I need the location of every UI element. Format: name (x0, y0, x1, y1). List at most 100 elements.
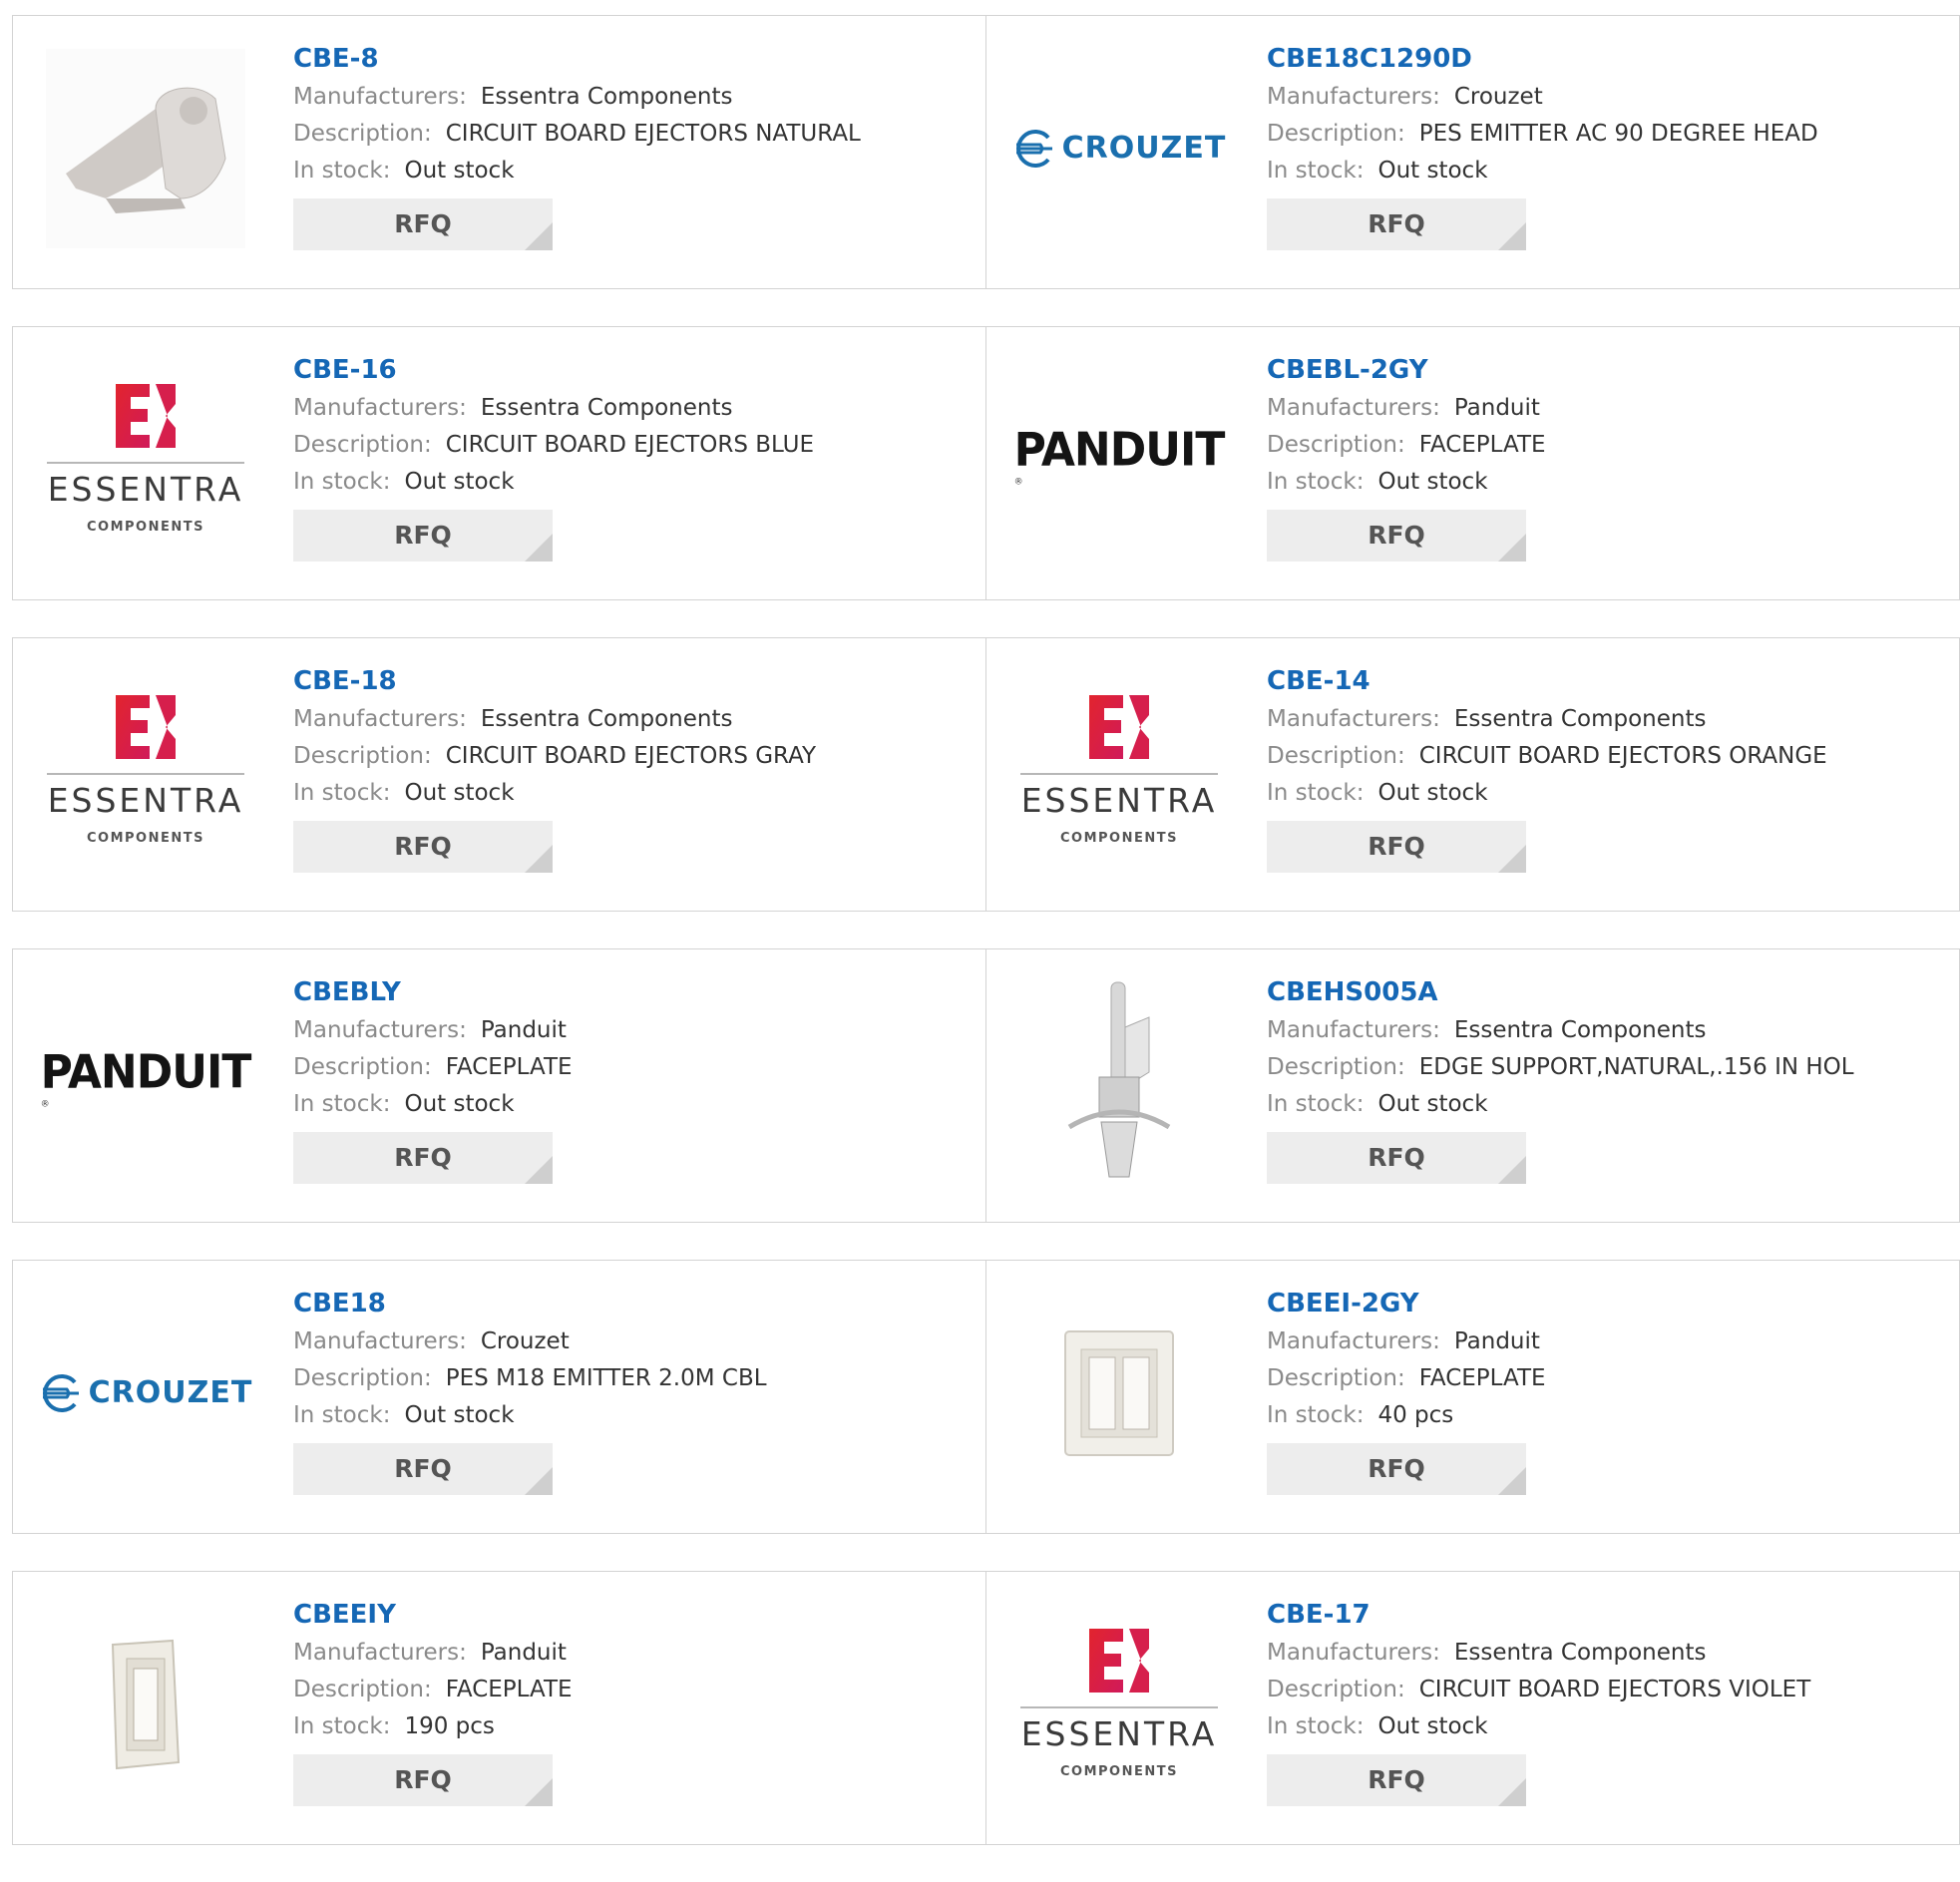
stock-label: In stock: (1267, 1713, 1365, 1739)
rfq-label: RFQ (1368, 1765, 1425, 1794)
single-faceplate-photo (111, 1639, 181, 1769)
part-number-link[interactable]: CBE-8 (293, 42, 861, 76)
product-info: CBE-18 Manufacturers: Essentra Components… (293, 664, 816, 873)
stock-value: Out stock (1377, 158, 1488, 184)
rfq-button[interactable]: RFQ (293, 1132, 553, 1184)
essentra-mark-icon (116, 384, 176, 448)
ejector-part-photo (46, 48, 245, 248)
part-number-link[interactable]: CBE-16 (293, 353, 814, 387)
product-image[interactable]: PANDUIT® (1013, 352, 1226, 566)
product-row: CBE-8 Manufacturers: Essentra Components … (12, 15, 1960, 289)
rfq-button[interactable]: RFQ (293, 1443, 553, 1495)
essentra-logo: ESSENTRA COMPONENTS (41, 384, 250, 535)
product-info: CBEEIY Manufacturers: Panduit Description… (293, 1598, 573, 1806)
logo-divider (47, 462, 244, 464)
description-value: FACEPLATE (445, 1677, 573, 1702)
description-value: EDGE SUPPORT,NATURAL,.156 IN HOL (1418, 1054, 1854, 1080)
essentra-subtitle: COMPONENTS (1060, 1764, 1178, 1779)
part-number-link[interactable]: CBEEI-2GY (1267, 1287, 1546, 1320)
rfq-button[interactable]: RFQ (293, 1754, 553, 1806)
product-info: CBEBL-2GY Manufacturers: Panduit Descript… (1267, 353, 1546, 562)
panduit-wordmark: PANDUIT (40, 1045, 252, 1099)
rfq-button[interactable]: RFQ (1267, 1443, 1526, 1495)
part-number-link[interactable]: CBE18 (293, 1287, 767, 1320)
product-grid: CBE-8 Manufacturers: Essentra Components … (12, 15, 1960, 1882)
manufacturer-label: Manufacturers: (293, 84, 467, 110)
part-number-link[interactable]: CBE18C1290D (1267, 42, 1818, 76)
part-number-link[interactable]: CBEBLY (293, 975, 573, 1009)
part-number-link[interactable]: CBEHS005A (1267, 975, 1854, 1009)
manufacturer-label: Manufacturers: (1267, 84, 1440, 110)
description-value: CIRCUIT BOARD EJECTORS ORANGE (1418, 743, 1827, 769)
product-image[interactable]: CROUZET (41, 1286, 251, 1500)
stock-line: In stock: Out stock (293, 775, 816, 812)
essentra-wordmark: ESSENTRA (1020, 1714, 1218, 1753)
stock-label: In stock: (1267, 158, 1365, 184)
rfq-button[interactable]: RFQ (1267, 510, 1526, 562)
manufacturer-line: Manufacturers: Crouzet (293, 1323, 767, 1360)
product-row: PANDUIT® CBEBLY Manufacturers: Panduit De… (12, 948, 1960, 1223)
stock-label: In stock: (293, 780, 391, 806)
essentra-mark-icon (116, 695, 176, 759)
stock-line: In stock: Out stock (1267, 153, 1818, 189)
essentra-wordmark: ESSENTRA (47, 470, 244, 509)
stock-label: In stock: (1267, 780, 1365, 806)
rfq-label: RFQ (1368, 832, 1425, 861)
product-row: ESSENTRA COMPONENTS CBE-16 Manufacturers… (12, 326, 1960, 600)
registered-mark-icon: ® (40, 1099, 50, 1110)
product-image[interactable] (41, 1597, 250, 1811)
stock-line: In stock: Out stock (293, 1086, 573, 1123)
part-number-link[interactable]: CBEEIY (293, 1598, 573, 1632)
rfq-button[interactable]: RFQ (1267, 821, 1526, 873)
corner-triangle-icon (1498, 845, 1526, 873)
product-info: CBEHS005A Manufacturers: Essentra Compone… (1267, 975, 1854, 1184)
rfq-button[interactable]: RFQ (293, 821, 553, 873)
product-image[interactable]: ESSENTRA COMPONENTS (41, 663, 250, 878)
logo-divider (1020, 773, 1218, 775)
panduit-logo: PANDUIT® (40, 1045, 252, 1117)
manufacturer-label: Manufacturers: (1267, 706, 1440, 732)
description-value: CIRCUIT BOARD EJECTORS VIOLET (1418, 1677, 1811, 1702)
rfq-label: RFQ (394, 209, 452, 238)
essentra-wordmark: ESSENTRA (1020, 781, 1218, 820)
product-image[interactable] (41, 41, 250, 255)
description-label: Description: (293, 743, 432, 769)
product-card: PANDUIT® CBEBLY Manufacturers: Panduit De… (12, 948, 986, 1223)
rfq-button[interactable]: RFQ (293, 510, 553, 562)
registered-mark-icon: ® (1013, 477, 1023, 488)
stock-line: In stock: Out stock (293, 464, 814, 501)
part-number-link[interactable]: CBE-18 (293, 664, 816, 698)
crouzet-mark-icon (1015, 129, 1052, 168)
crouzet-wordmark: CROUZET (1061, 131, 1227, 166)
stock-line: In stock: Out stock (1267, 464, 1546, 501)
description-label: Description: (293, 1677, 432, 1702)
rfq-button[interactable]: RFQ (1267, 1754, 1526, 1806)
product-image[interactable] (1014, 1286, 1224, 1500)
manufacturer-label: Manufacturers: (1267, 1017, 1440, 1043)
corner-triangle-icon (525, 1156, 553, 1184)
manufacturer-label: Manufacturers: (293, 706, 467, 732)
product-image[interactable]: CROUZET (1014, 41, 1227, 255)
product-info: CBEEI-2GY Manufacturers: Panduit Descript… (1267, 1287, 1546, 1495)
manufacturer-line: Manufacturers: Panduit (293, 1635, 573, 1672)
manufacturer-line: Manufacturers: Essentra Components (293, 390, 814, 427)
product-image[interactable]: ESSENTRA COMPONENTS (1014, 1597, 1224, 1811)
product-info: CBE18C1290D Manufacturers: Crouzet Descri… (1267, 42, 1818, 250)
product-card: CROUZET CBE18C1290D Manufacturers: Crouze… (986, 15, 1960, 289)
description-line: Description: PES M18 EMITTER 2.0M CBL (293, 1360, 767, 1397)
product-card: ESSENTRA COMPONENTS CBE-18 Manufacturers… (12, 637, 986, 912)
description-label: Description: (1267, 432, 1405, 458)
rfq-button[interactable]: RFQ (1267, 198, 1526, 250)
part-number-link[interactable]: CBE-14 (1267, 664, 1827, 698)
part-number-link[interactable]: CBEBL-2GY (1267, 353, 1546, 387)
product-image[interactable]: PANDUIT® (40, 974, 252, 1189)
rfq-button[interactable]: RFQ (293, 198, 553, 250)
product-image[interactable]: ESSENTRA COMPONENTS (41, 352, 250, 566)
product-image[interactable]: ESSENTRA COMPONENTS (1014, 663, 1224, 878)
stock-value: Out stock (1377, 1091, 1488, 1117)
stock-value: Out stock (404, 1091, 515, 1117)
product-image[interactable] (1014, 974, 1224, 1189)
part-number-link[interactable]: CBE-17 (1267, 1598, 1810, 1632)
rfq-button[interactable]: RFQ (1267, 1132, 1526, 1184)
manufacturer-value: Essentra Components (480, 84, 733, 110)
